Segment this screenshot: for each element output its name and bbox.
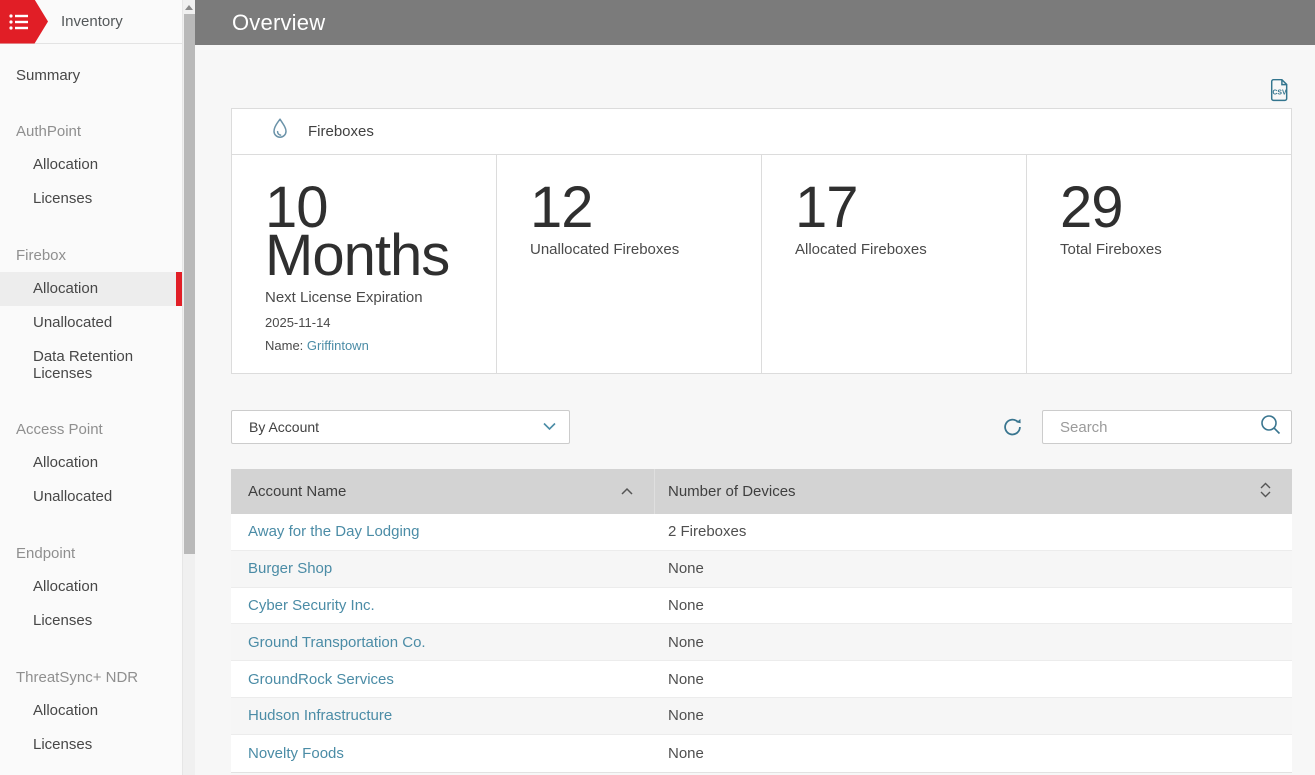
search-input[interactable]: [1043, 412, 1259, 442]
stat-value: 29: [1060, 175, 1124, 240]
page-content: CSV Fireboxes 10 Months Next License Expir…: [195, 45, 1315, 773]
scrollbar-thumb[interactable]: [184, 14, 195, 554]
sidebar-item-summary[interactable]: Summary: [0, 58, 182, 92]
sidebar-item-licenses[interactable]: Licenses: [0, 182, 182, 216]
sidebar-section-endpoint: Endpoint: [16, 544, 76, 562]
device-count: None: [668, 670, 704, 688]
sidebar: Inventory Summary AuthPoint Allocation Lice…: [0, 0, 195, 775]
sidebar-item-allocation[interactable]: Allocation: [0, 446, 182, 480]
stats-row: 10 Months Next License Expiration 2025-11-1…: [232, 155, 1291, 373]
device-count: None: [668, 633, 704, 651]
csv-file-icon: CSV: [1270, 78, 1288, 102]
scrollbar-up-button[interactable]: [183, 0, 195, 14]
stat-device-name: Name: Griffintown: [265, 338, 369, 353]
table-body: Away for the Day Lodging 2 Fireboxes Burge…: [231, 514, 1292, 772]
fireboxes-card: Fireboxes 10 Months Next License Expiratio…: [231, 108, 1292, 374]
stat-allocated-fireboxes: 17 Allocated Fireboxes: [762, 155, 1027, 373]
sidebar-section-access-point: Access Point: [16, 420, 103, 438]
search-box: [1042, 410, 1292, 444]
table-row: Away for the Day Lodging 2 Fireboxes: [231, 514, 1292, 551]
sort-updown-icon: [1259, 481, 1272, 503]
sidebar-section-threatsync-ndr: ThreatSync+ NDR: [16, 668, 139, 686]
table-row: Cyber Security Inc. None: [231, 587, 1292, 625]
refresh-button[interactable]: [1000, 414, 1025, 440]
table-row: Burger Shop None: [231, 550, 1292, 588]
sidebar-header: Inventory: [0, 0, 182, 44]
sidebar-item-allocation[interactable]: Allocation: [0, 694, 182, 728]
refresh-icon: [1004, 418, 1021, 436]
list-icon: [9, 13, 28, 30]
card-title: Fireboxes: [308, 123, 374, 140]
page-header: Overview: [195, 0, 1315, 45]
sidebar-item-unallocated[interactable]: Unallocated: [0, 306, 182, 340]
device-count: None: [668, 707, 704, 725]
accounts-table: Account Name Number of Devices Away for …: [231, 469, 1292, 773]
table-controls: By Account: [231, 410, 1292, 444]
stat-total-fireboxes: 29 Total Fireboxes: [1027, 155, 1291, 373]
stat-expiration-date: 2025-11-14: [265, 315, 331, 330]
group-by-value: By Account: [249, 419, 320, 435]
sidebar-section-firebox: Firebox: [16, 246, 67, 264]
stat-value: 17: [795, 175, 859, 240]
column-header-number-of-devices[interactable]: Number of Devices: [655, 469, 1292, 514]
arrow-up-icon: [185, 4, 193, 10]
stat-value: 12: [530, 175, 594, 240]
svg-text:CSV: CSV: [1272, 89, 1287, 96]
stat-next-license-expiration: 10 Months Next License Expiration 2025-11-1…: [232, 155, 497, 373]
account-link-ground-transportation-co[interactable]: Ground Transportation Co.: [248, 634, 426, 651]
sidebar-item-unallocated[interactable]: Unallocated: [0, 480, 182, 514]
sidebar-scrollbar[interactable]: [182, 0, 195, 775]
account-link-cyber-security-inc[interactable]: Cyber Security Inc.: [248, 597, 375, 614]
stat-label: Unallocated Fireboxes: [530, 241, 680, 258]
inventory-menu-button[interactable]: [0, 0, 48, 44]
sort-ascending-icon: [620, 483, 634, 500]
stat-label: Total Fireboxes: [1060, 241, 1162, 258]
account-link-burger-shop[interactable]: Burger Shop: [248, 560, 332, 577]
stat-label: Allocated Fireboxes: [795, 241, 927, 258]
table-row: Novelty Foods None: [231, 734, 1292, 772]
main-panel: Overview CSV Fireboxes 10 Months Next Li…: [195, 0, 1315, 775]
account-link-groundrock-services[interactable]: GroundRock Services: [248, 671, 394, 688]
sidebar-item-licenses[interactable]: Licenses: [0, 728, 182, 762]
device-count: None: [668, 596, 704, 614]
group-by-select[interactable]: By Account: [231, 410, 570, 444]
stat-label: Next License Expiration: [265, 289, 423, 306]
sidebar-item-allocation[interactable]: Allocation: [0, 148, 182, 182]
table-header: Account Name Number of Devices: [231, 469, 1292, 514]
account-link-novelty-foods[interactable]: Novelty Foods: [248, 745, 344, 762]
account-link-away-for-the-day-lodging[interactable]: Away for the Day Lodging: [248, 523, 420, 540]
table-row: Hudson Infrastructure None: [231, 697, 1292, 735]
sidebar-section-authpoint: AuthPoint: [16, 122, 82, 140]
table-row: GroundRock Services None: [231, 661, 1292, 698]
fireboxes-card-header: Fireboxes: [232, 109, 1291, 155]
expiring-device-link[interactable]: Griffintown: [307, 338, 369, 353]
stat-unallocated-fireboxes: 12 Unallocated Fireboxes: [497, 155, 762, 373]
sidebar-title: Inventory: [61, 13, 123, 30]
device-count: None: [668, 744, 704, 762]
chevron-down-icon: [542, 418, 557, 436]
sidebar-item-allocation[interactable]: Allocation: [0, 272, 182, 306]
sidebar-item-allocation[interactable]: Allocation: [0, 570, 182, 604]
column-header-account-name[interactable]: Account Name: [231, 469, 655, 514]
search-icon[interactable]: [1259, 413, 1282, 441]
app-window: Inventory Summary AuthPoint Allocation Lice…: [0, 0, 1315, 775]
firebox-flame-icon: [269, 117, 291, 146]
device-count: None: [668, 560, 704, 578]
sidebar-nav: Summary AuthPoint Allocation Licenses Firebo…: [0, 44, 182, 762]
stat-unit: Months: [265, 223, 450, 288]
sidebar-item-data-retention-licenses[interactable]: Data Retention Licenses: [0, 340, 182, 390]
account-link-hudson-infrastructure[interactable]: Hudson Infrastructure: [248, 707, 392, 724]
export-csv-button[interactable]: CSV: [1267, 77, 1292, 103]
page-title: Overview: [232, 9, 326, 35]
device-count: 2 Fireboxes: [668, 523, 747, 541]
sidebar-item-licenses[interactable]: Licenses: [0, 604, 182, 638]
table-row: Ground Transportation Co. None: [231, 624, 1292, 662]
export-row: CSV: [231, 77, 1292, 103]
